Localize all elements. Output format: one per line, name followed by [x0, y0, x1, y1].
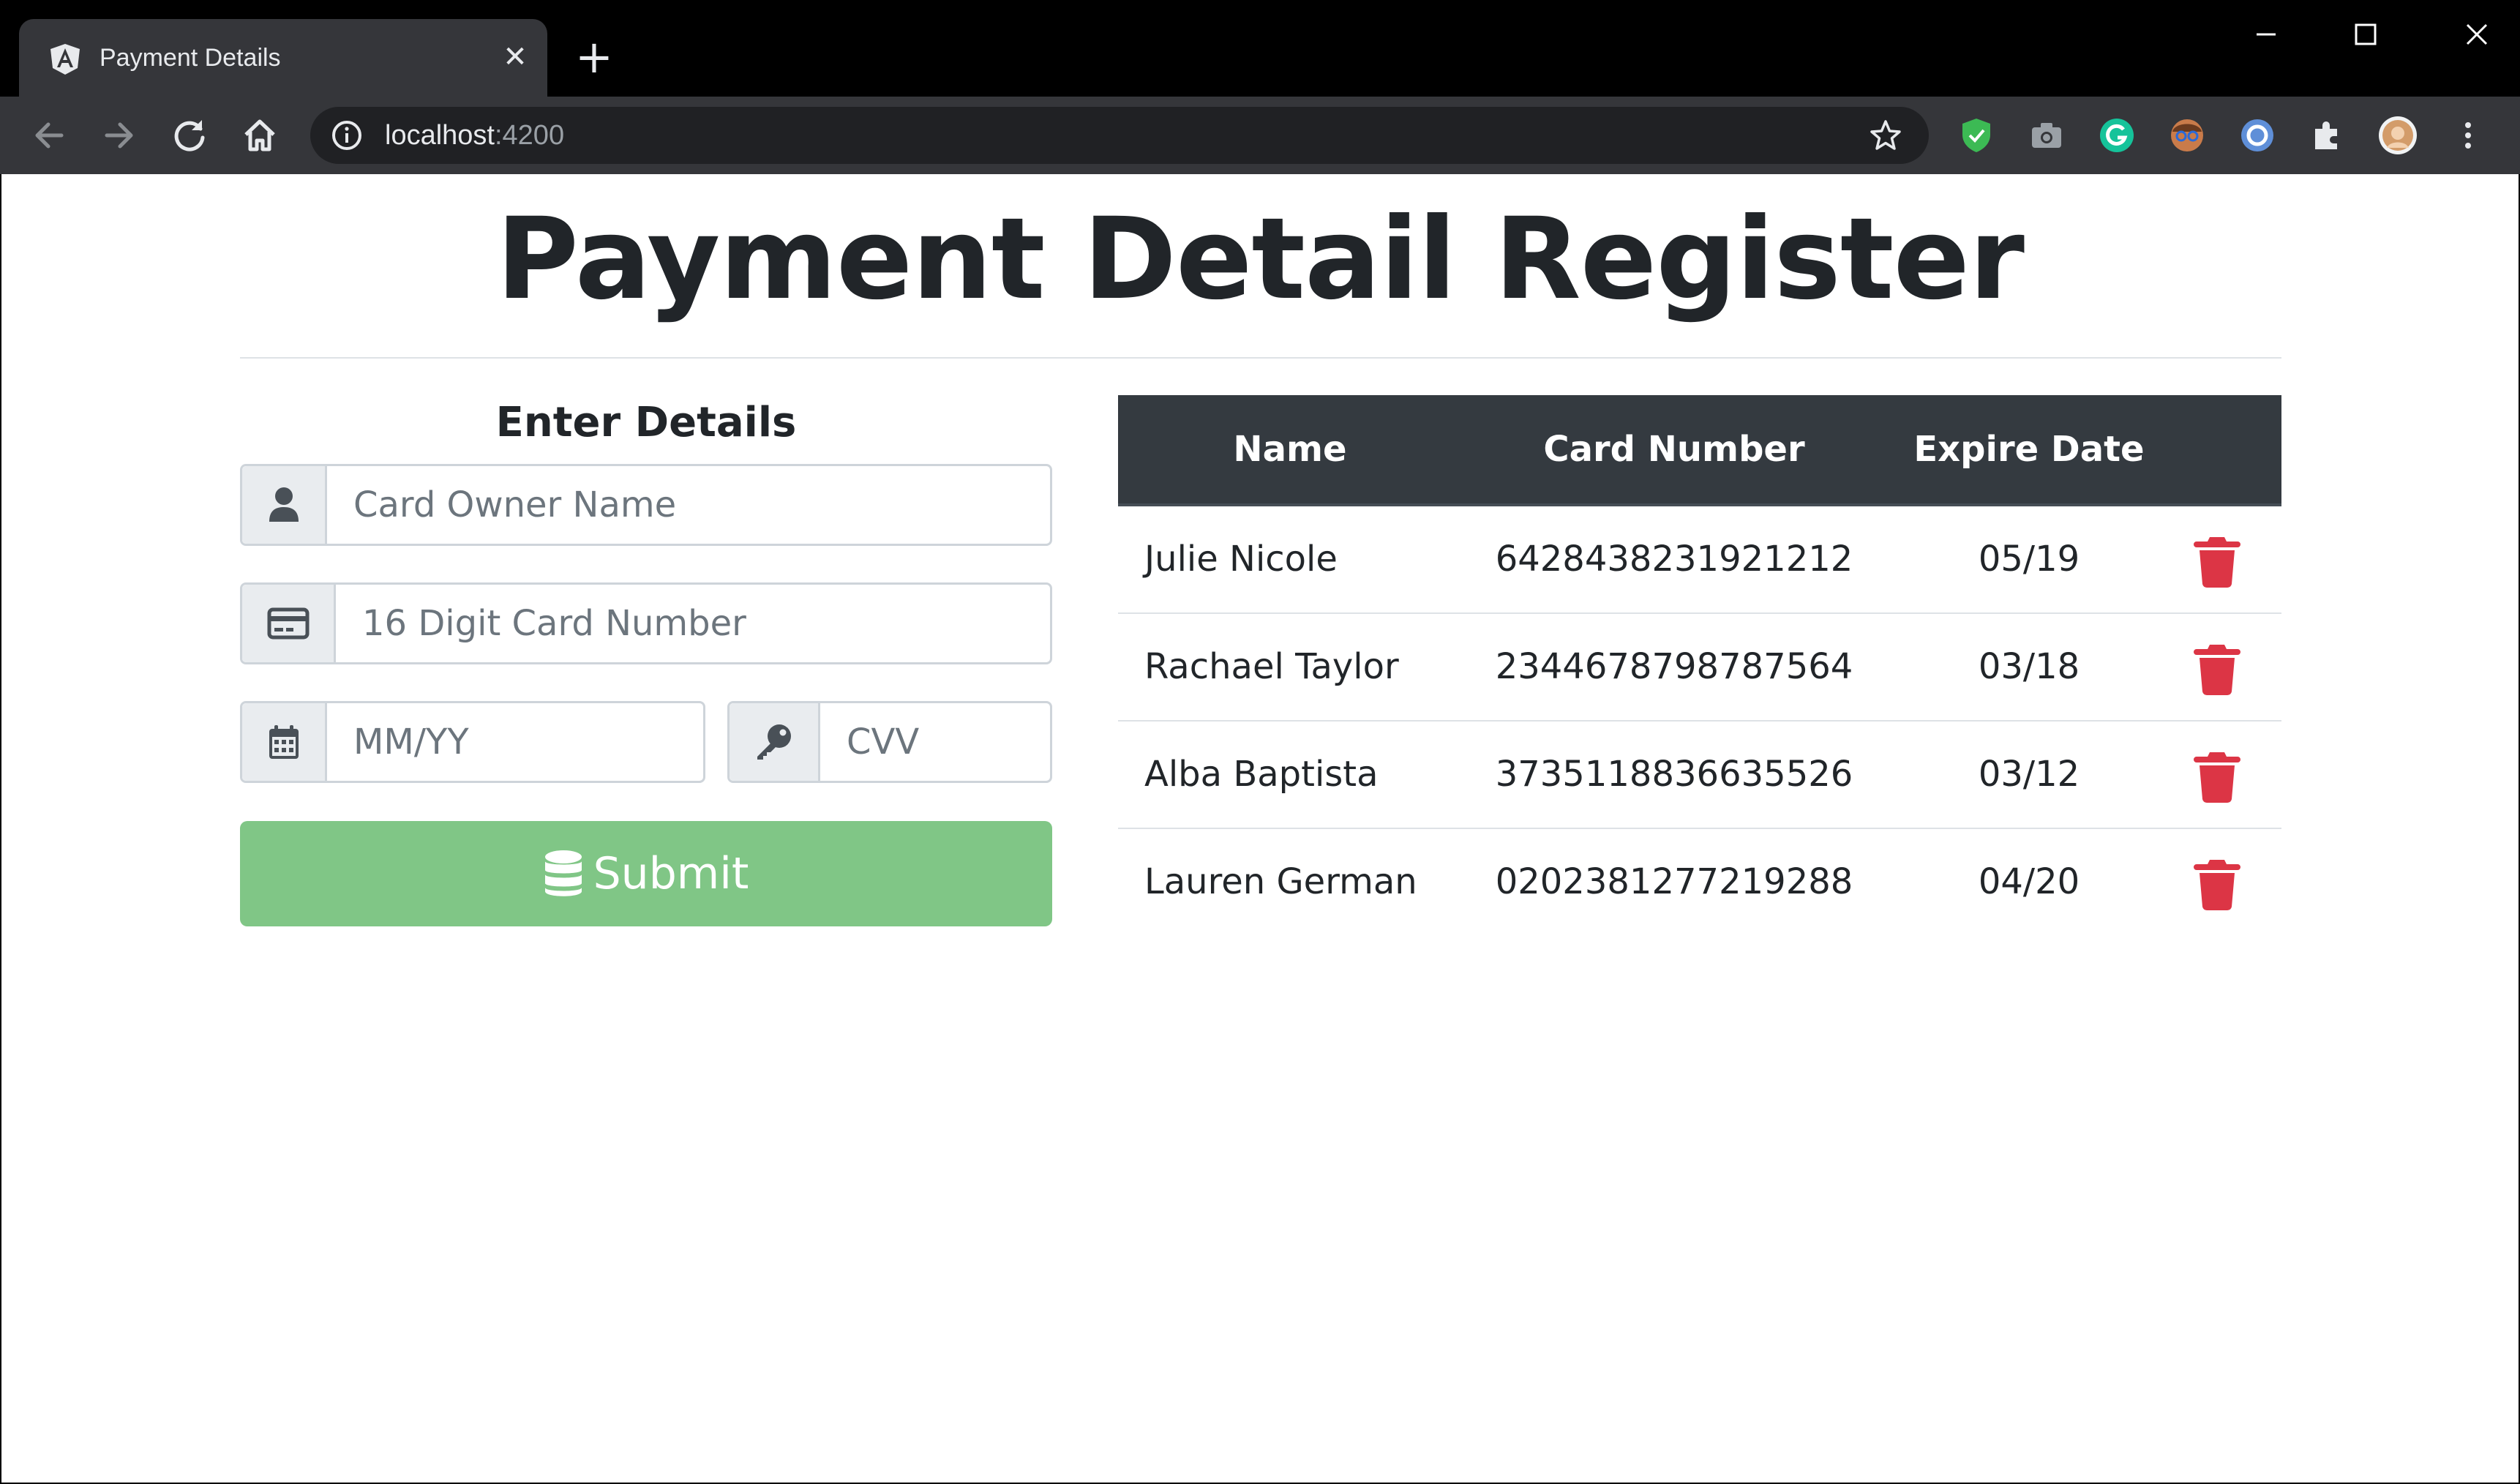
- trash-icon[interactable]: [2194, 858, 2240, 911]
- forward-arrow-icon[interactable]: [94, 110, 145, 161]
- column-header-expire-date: Expire Date: [1913, 429, 2145, 470]
- card-number-addon: [242, 585, 336, 662]
- database-icon: [544, 850, 582, 896]
- divider: [240, 357, 2281, 359]
- card-number-input[interactable]: [336, 585, 1050, 662]
- cell-expire-date: 05/19: [1978, 539, 2080, 580]
- submit-content: Submit: [240, 821, 1052, 926]
- owner-name-addon: [242, 466, 327, 544]
- back-arrow-icon[interactable]: [23, 110, 75, 161]
- cell-expire-date: 04/20: [1978, 861, 2080, 902]
- card-number-group: [240, 582, 1052, 664]
- page-content: Payment Detail Register Enter Details Ca…: [1, 174, 2519, 1483]
- column-header-card-number: Card Number: [1543, 429, 1805, 470]
- calendar-icon: [269, 725, 299, 759]
- owner-name-group: [240, 464, 1052, 546]
- maximize-icon[interactable]: [2321, 10, 2409, 57]
- trash-icon[interactable]: [2194, 643, 2240, 696]
- cell-name: Rachael Taylor: [1144, 646, 1399, 687]
- reload-icon[interactable]: [164, 110, 215, 161]
- url-text[interactable]: localhost:4200: [385, 107, 564, 164]
- extensions-puzzle-icon[interactable]: [2306, 114, 2349, 157]
- owner-name-input[interactable]: [327, 466, 1050, 544]
- cvv-addon: [730, 703, 820, 781]
- form-heading: Enter Details: [495, 399, 797, 446]
- cell-expire-date: 03/12: [1978, 754, 2080, 795]
- browser-toolbar: localhost:4200: [0, 97, 2520, 174]
- url-host: localhost: [385, 120, 495, 151]
- bookmark-star-icon[interactable]: [1869, 119, 1902, 152]
- tab-close-icon[interactable]: ✕: [495, 37, 536, 78]
- expiry-group: [240, 701, 705, 783]
- info-icon[interactable]: [331, 119, 363, 151]
- cell-name: Alba Baptista: [1144, 754, 1379, 795]
- address-bar[interactable]: localhost:4200: [310, 107, 1929, 164]
- cell-name: Lauren German: [1144, 861, 1417, 902]
- table-row[interactable]: Alba Baptista 3735118836635526 03/12: [1118, 722, 2281, 829]
- browser-titlebar: Payment Details ✕ +: [0, 0, 2520, 97]
- key-icon: [757, 724, 791, 760]
- table-row[interactable]: Rachael Taylor 2344678798787564 03/18: [1118, 614, 2281, 722]
- circle-extension-icon[interactable]: [2236, 114, 2279, 157]
- trash-icon[interactable]: [2194, 751, 2240, 803]
- table-header: Name Card Number Expire Date: [1118, 395, 2281, 506]
- submit-label: Submit: [593, 848, 749, 899]
- cell-card-number: 0202381277219288: [1495, 861, 1853, 902]
- cvv-input[interactable]: [820, 703, 1050, 781]
- cvv-group: [727, 701, 1052, 783]
- submit-button[interactable]: Submit: [240, 821, 1052, 926]
- angular-icon: [50, 44, 80, 75]
- expiry-addon: [242, 703, 327, 781]
- credit-card-icon: [267, 607, 309, 640]
- table-row[interactable]: Lauren German 0202381277219288 04/20: [1118, 829, 2281, 937]
- profile-avatar-icon[interactable]: [2377, 114, 2419, 157]
- cell-card-number: 6428438231921212: [1495, 539, 1853, 580]
- close-window-icon[interactable]: [2425, 10, 2513, 57]
- page-title: Payment Detail Register: [496, 194, 2025, 325]
- menu-more-icon[interactable]: [2447, 114, 2489, 157]
- table-row[interactable]: Julie Nicole 6428438231921212 05/19: [1118, 506, 2281, 614]
- shield-extension-icon[interactable]: [1955, 114, 1998, 157]
- camera-extension-icon[interactable]: [2025, 114, 2068, 157]
- expiry-input[interactable]: [327, 703, 703, 781]
- url-port: :4200: [494, 120, 565, 151]
- cell-name: Julie Nicole: [1144, 539, 1338, 580]
- grammarly-icon[interactable]: [2096, 114, 2138, 157]
- cell-card-number: 3735118836635526: [1495, 754, 1853, 795]
- new-tab-button[interactable]: +: [571, 34, 618, 80]
- column-header-name: Name: [1233, 429, 1347, 470]
- character-extension-icon[interactable]: [2166, 114, 2208, 157]
- cell-card-number: 2344678798787564: [1495, 646, 1853, 687]
- cell-expire-date: 03/18: [1978, 646, 2080, 687]
- trash-icon[interactable]: [2194, 536, 2240, 588]
- home-icon[interactable]: [234, 110, 285, 161]
- user-icon: [269, 487, 299, 522]
- browser-tab[interactable]: Payment Details ✕: [19, 19, 547, 97]
- minimize-icon[interactable]: [2221, 10, 2309, 57]
- tab-title: Payment Details: [100, 44, 281, 72]
